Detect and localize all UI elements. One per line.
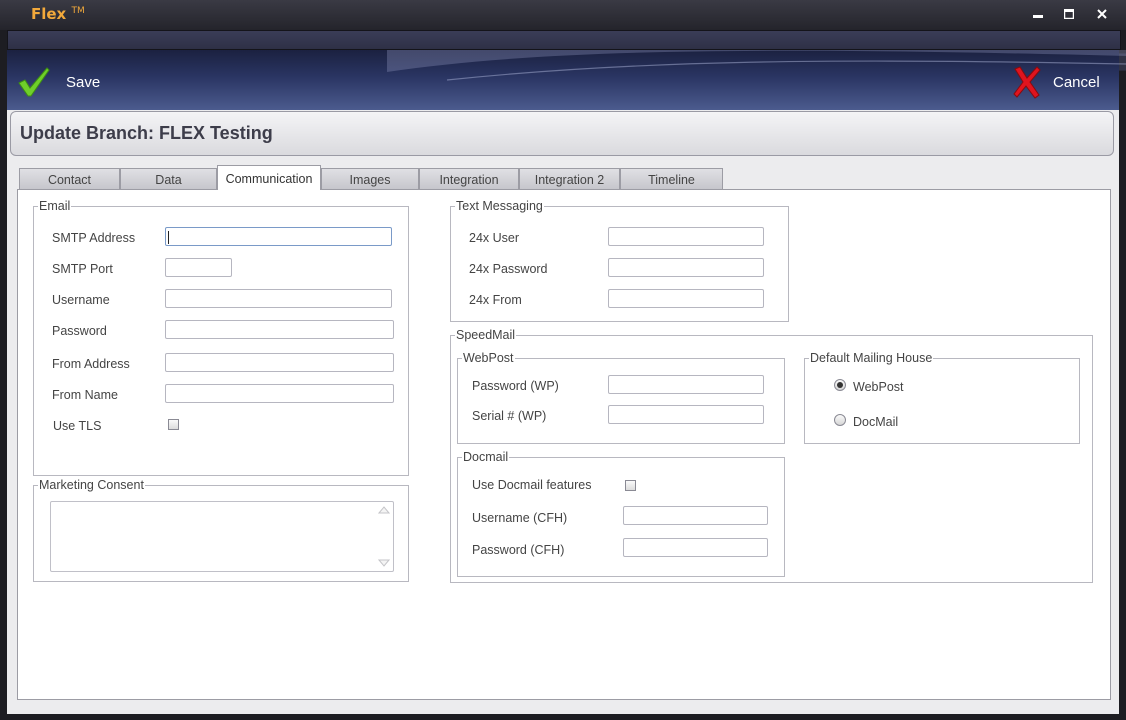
username-cfh-input[interactable] [623, 506, 768, 525]
app-title-text: Flex [31, 5, 67, 23]
cancel-button[interactable]: Cancel [1011, 62, 1100, 102]
password-input[interactable] [165, 320, 394, 339]
webpost-radio[interactable] [834, 379, 846, 391]
cancel-x-icon [1013, 66, 1041, 99]
password-cfh-input[interactable] [623, 538, 768, 557]
minimize-icon [1033, 15, 1043, 18]
trademark-mark: TM [71, 6, 85, 16]
username-label: Username [52, 293, 110, 307]
smtp-port-label: SMTP Port [52, 262, 113, 276]
email-legend: Email [38, 199, 72, 213]
webpost-legend: WebPost [462, 351, 515, 365]
maximize-icon [1063, 8, 1075, 20]
password-wp-label: Password (WP) [472, 379, 559, 393]
use-tls-label: Use TLS [53, 419, 102, 433]
email-group: Email SMTP Address SMTP Port Username Pa… [33, 199, 409, 476]
use-docmail-features-checkbox[interactable] [625, 480, 636, 491]
communication-panel: Email SMTP Address SMTP Port Username Pa… [17, 189, 1111, 700]
webpost-group: WebPost Password (WP) Serial # (WP) [457, 351, 785, 444]
docmail-group: Docmail Use Docmail features Username (C… [457, 450, 785, 577]
docmail-legend: Docmail [462, 450, 510, 464]
serial-wp-label: Serial # (WP) [472, 409, 547, 423]
page-header: Update Branch: FLEX Testing [10, 111, 1114, 156]
scroll-up-icon[interactable] [378, 506, 390, 514]
tab-data[interactable]: Data [120, 168, 217, 189]
password-label: Password [52, 324, 107, 338]
text-messaging-legend: Text Messaging [455, 199, 544, 213]
webpost-radio-label[interactable]: WebPost [853, 380, 904, 394]
text-messaging-group: Text Messaging 24x User 24x Password 24x… [450, 199, 789, 322]
tab-communication[interactable]: Communication [217, 165, 321, 190]
from-address-label: From Address [52, 357, 130, 371]
save-label: Save [66, 73, 101, 91]
marketing-consent-legend: Marketing Consent [38, 478, 145, 492]
from-address-input[interactable] [165, 353, 394, 372]
app-title: Flex TM [31, 5, 85, 23]
from-name-label: From Name [52, 388, 118, 402]
tab-integration-2[interactable]: Integration 2 [519, 168, 620, 189]
docmail-radio[interactable] [834, 414, 846, 426]
smtp-port-input[interactable] [165, 258, 232, 277]
docmail-radio-label[interactable]: DocMail [853, 415, 898, 429]
tab-contact[interactable]: Contact [19, 168, 120, 189]
serial-wp-input[interactable] [608, 405, 764, 424]
tab-integration[interactable]: Integration [419, 168, 519, 189]
page-title: Update Branch: FLEX Testing [20, 123, 273, 143]
speedmail-legend: SpeedMail [455, 328, 517, 342]
username-cfh-label: Username (CFH) [472, 511, 568, 525]
cancel-label: Cancel [1053, 73, 1100, 91]
minimize-button[interactable] [1029, 7, 1047, 23]
checkmark-icon [18, 67, 50, 97]
maximize-button[interactable] [1060, 7, 1078, 23]
text-caret [168, 231, 169, 244]
marketing-consent-group: Marketing Consent [33, 478, 409, 582]
tab-images[interactable]: Images [321, 168, 419, 189]
title-bar: Flex TM [0, 0, 1126, 30]
menu-bar [7, 30, 1126, 71]
save-button[interactable]: Save [17, 62, 100, 102]
smtp-address-label: SMTP Address [52, 231, 136, 245]
password-wp-input[interactable] [608, 375, 764, 394]
password-cfh-label: Password (CFH) [472, 543, 565, 557]
default-mailing-house-group: Default Mailing House WebPost DocMail [804, 351, 1080, 444]
marketing-consent-textarea[interactable] [50, 501, 394, 572]
app-window: Flex TM Save Cancel Update Branch: FLEX … [0, 0, 1126, 720]
smtp-address-input[interactable] [165, 227, 392, 246]
24x-password-input[interactable] [608, 258, 764, 277]
default-mailing-house-legend: Default Mailing House [809, 351, 934, 365]
speedmail-group: SpeedMail WebPost Password (WP) Serial #… [450, 328, 1093, 583]
scroll-down-icon[interactable] [378, 559, 390, 567]
close-window-button[interactable] [1093, 7, 1111, 23]
use-tls-checkbox[interactable] [168, 419, 179, 430]
24x-password-label: 24x Password [469, 262, 548, 276]
24x-from-label: 24x From [469, 293, 522, 307]
action-toolbar: Save Cancel [7, 50, 1126, 110]
from-name-input[interactable] [165, 384, 394, 403]
24x-user-label: 24x User [469, 231, 520, 245]
close-icon [1097, 9, 1107, 19]
username-input[interactable] [165, 289, 392, 308]
24x-from-input[interactable] [608, 289, 764, 308]
24x-user-input[interactable] [608, 227, 764, 246]
tab-timeline[interactable]: Timeline [620, 168, 723, 189]
content-area: Update Branch: FLEX Testing Contact Data… [7, 110, 1119, 714]
use-docmail-features-label: Use Docmail features [472, 478, 592, 492]
